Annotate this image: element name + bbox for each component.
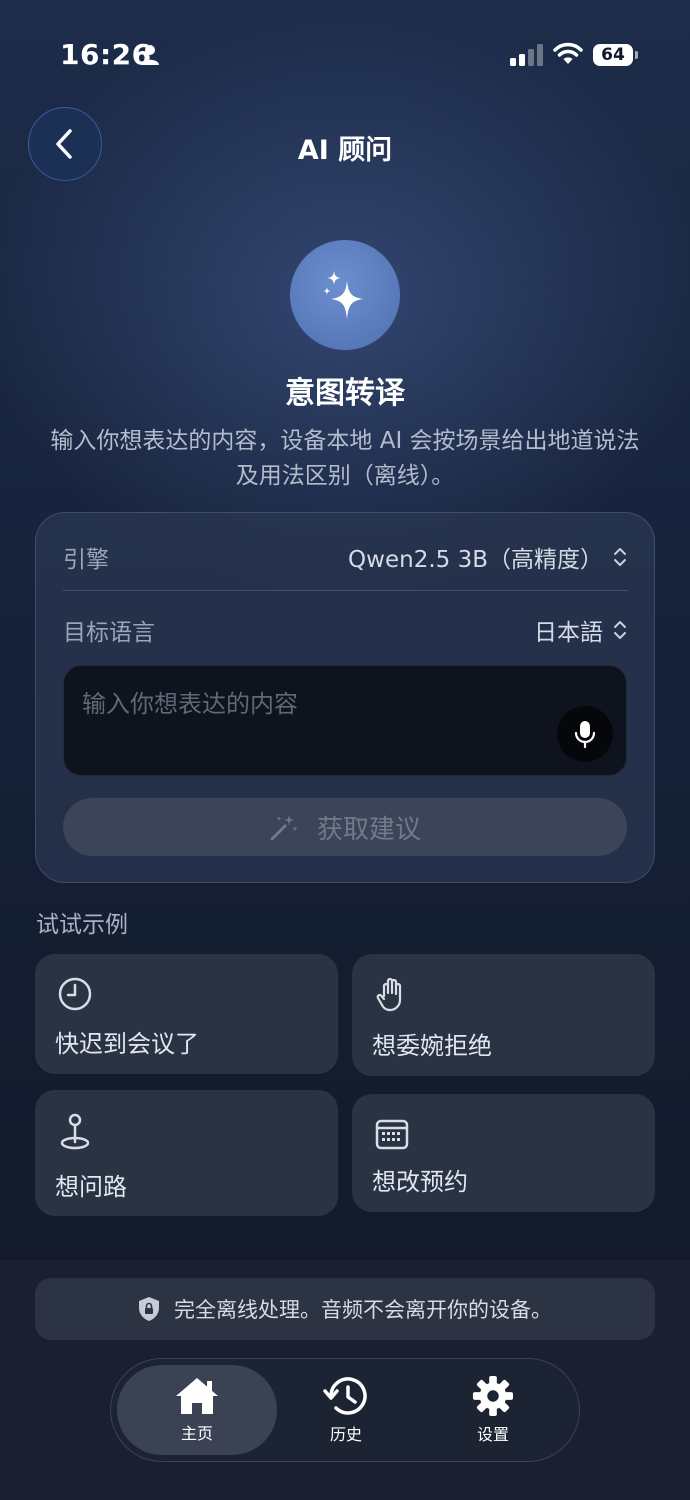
example-card-change-reservation[interactable]: 想改预约	[352, 1094, 655, 1212]
example-card-decline-politely[interactable]: 想委婉拒绝	[352, 954, 655, 1076]
hand-icon	[376, 977, 402, 1012]
target-language-label: 目标语言	[63, 620, 155, 646]
tab-home[interactable]: 主页	[117, 1365, 277, 1455]
gear-icon	[472, 1375, 514, 1417]
tab-label: 主页	[180, 1424, 213, 1443]
card-divider	[63, 590, 628, 591]
get-suggestions-label: 获取建议	[316, 814, 421, 845]
example-label: 想问路	[55, 1173, 127, 1201]
engine-label: 引擎	[63, 547, 109, 573]
hero-description: 输入你想表达的内容，设备本地 AI 会按场景给出地道说法及用法区别（离线）。	[50, 428, 640, 489]
history-icon	[323, 1377, 367, 1415]
calendar-icon	[375, 1119, 409, 1150]
example-label: 快迟到会议了	[55, 1030, 199, 1058]
hero-title: 意图转译	[285, 376, 405, 411]
chevron-up-down-icon	[614, 621, 626, 639]
examples-title: 试试示例	[36, 912, 128, 938]
chevron-up-down-icon	[614, 548, 626, 566]
intent-input-box	[63, 665, 627, 776]
status-time: 16:26	[60, 38, 152, 71]
tab-history[interactable]: 历史	[266, 1365, 426, 1455]
sparkles-icon	[323, 271, 363, 319]
example-card-ask-directions[interactable]: 想问路	[35, 1090, 338, 1216]
example-card-late-meeting[interactable]: 快迟到会议了	[35, 954, 338, 1074]
intent-input[interactable]	[82, 684, 552, 724]
example-label: 想改预约	[372, 1168, 468, 1196]
shield-lock-icon	[139, 1297, 159, 1321]
page-title: AI 顾问	[297, 135, 393, 166]
person-icon	[141, 45, 159, 65]
cellular-signal-icon	[510, 44, 543, 66]
tab-bar: 主页 历史 设置	[110, 1358, 580, 1462]
hero-badge	[290, 240, 400, 350]
get-suggestions-button[interactable]: 获取建议	[63, 798, 627, 856]
magic-wand-icon	[270, 815, 298, 841]
clock-icon	[58, 977, 92, 1011]
example-label: 想委婉拒绝	[372, 1032, 492, 1060]
wifi-icon	[553, 42, 583, 64]
engine-value: Qwen2.5 3B（高精度）	[348, 547, 603, 573]
target-language-selector[interactable]: 日本語	[534, 613, 627, 647]
home-icon	[176, 1378, 218, 1414]
battery-nub	[635, 51, 638, 59]
engine-selector[interactable]: Qwen2.5 3B（高精度）	[348, 540, 627, 574]
tab-label: 历史	[329, 1425, 362, 1444]
battery-indicator: 64	[593, 44, 633, 66]
offline-notice-text: 完全离线处理。音频不会离开你的设备。	[174, 1298, 552, 1322]
microphone-button[interactable]	[557, 706, 613, 762]
microphone-icon	[574, 721, 596, 749]
tab-settings[interactable]: 设置	[413, 1365, 573, 1455]
battery-level: 64	[601, 45, 625, 65]
target-language-value: 日本語	[534, 620, 603, 646]
map-pin-icon	[60, 1113, 90, 1150]
offline-notice: 完全离线处理。音频不会离开你的设备。	[35, 1278, 655, 1340]
tab-label: 设置	[476, 1425, 509, 1444]
